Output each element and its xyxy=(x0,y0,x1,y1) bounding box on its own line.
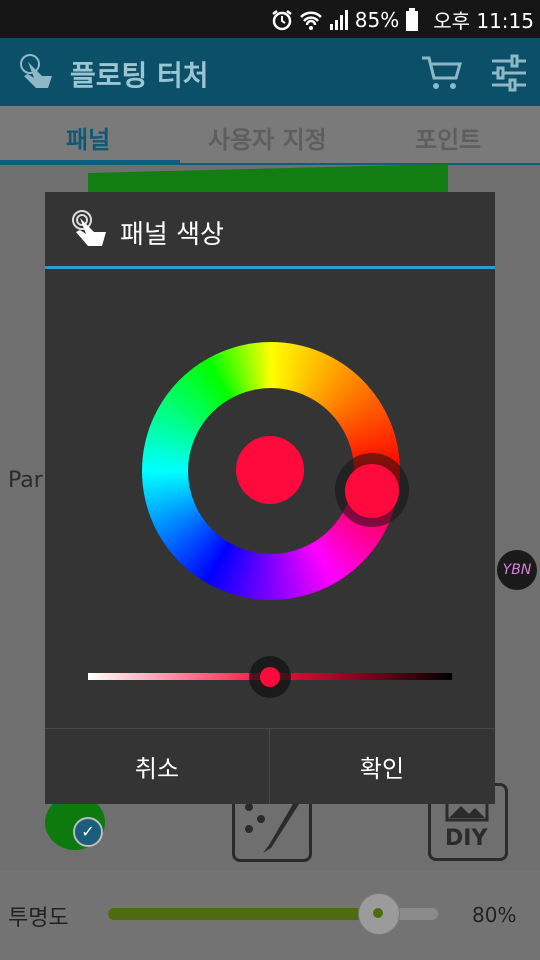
panel-label: Par xyxy=(8,468,43,493)
opacity-thumb-dot xyxy=(373,908,383,918)
tab-panel[interactable]: 패널 xyxy=(66,120,110,155)
status-bar: 85% 오후 11:15 xyxy=(0,0,540,38)
battery-percent: 85% xyxy=(354,7,400,32)
settings-sliders-icon[interactable] xyxy=(490,54,528,92)
dialog-title-divider xyxy=(45,266,495,269)
opacity-value: 80% xyxy=(472,903,517,927)
cart-icon[interactable] xyxy=(420,54,462,92)
touch-hand-icon xyxy=(72,210,106,246)
opacity-label: 투명도 xyxy=(8,906,69,931)
signal-icon xyxy=(329,9,348,30)
floating-avatar[interactable]: YBN xyxy=(497,550,537,590)
selected-color-swatch[interactable] xyxy=(236,436,304,504)
brightness-slider-thumb[interactable] xyxy=(260,667,280,687)
touch-hand-icon xyxy=(20,54,52,88)
tab-custom[interactable]: 사용자 지정 xyxy=(208,120,327,155)
clock: 오후 11:15 xyxy=(433,9,534,33)
opacity-slider-fill xyxy=(108,908,378,920)
diy-label: DIY xyxy=(445,826,488,851)
panel-preview xyxy=(88,164,448,194)
battery-icon xyxy=(406,7,419,31)
tab-bar: 패널 사용자 지정 포인트 xyxy=(0,106,540,165)
tab-point[interactable]: 포인트 xyxy=(415,120,481,155)
hue-thumb[interactable] xyxy=(345,464,399,518)
app-title: 플로팅 터처 xyxy=(70,59,209,92)
dialog-title: 패널 색상 xyxy=(120,220,224,250)
cancel-button[interactable]: 취소 xyxy=(45,729,269,804)
wifi-icon xyxy=(299,11,322,30)
ok-button[interactable]: 확인 xyxy=(270,729,494,804)
app-bar: 플로팅 터처 xyxy=(0,38,540,106)
alarm-icon xyxy=(272,9,292,30)
tab-indicator xyxy=(0,160,180,165)
check-icon: ✓ xyxy=(73,817,103,847)
